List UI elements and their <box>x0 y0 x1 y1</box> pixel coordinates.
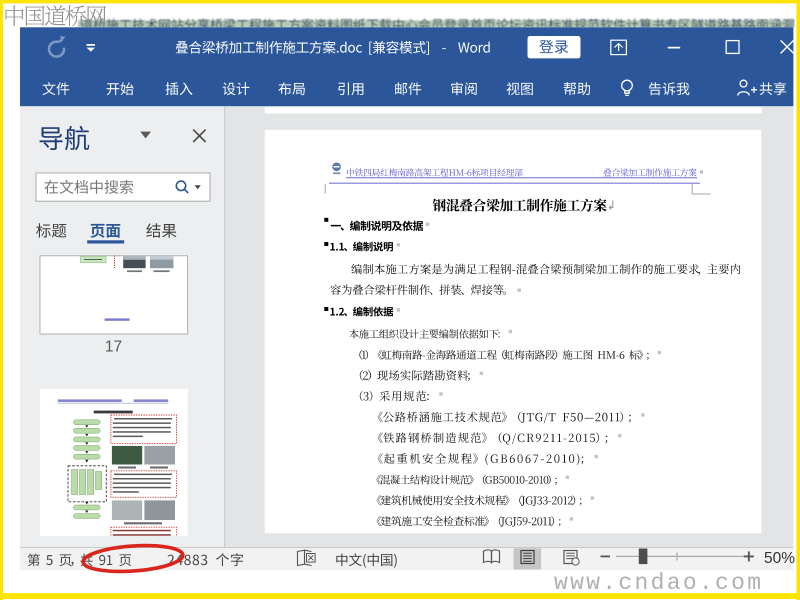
svg-text:50%: 50% <box>764 550 795 567</box>
svg-text:www.cndao.com: www.cndao.com <box>554 570 763 596</box>
svg-text:17: 17 <box>105 339 122 356</box>
